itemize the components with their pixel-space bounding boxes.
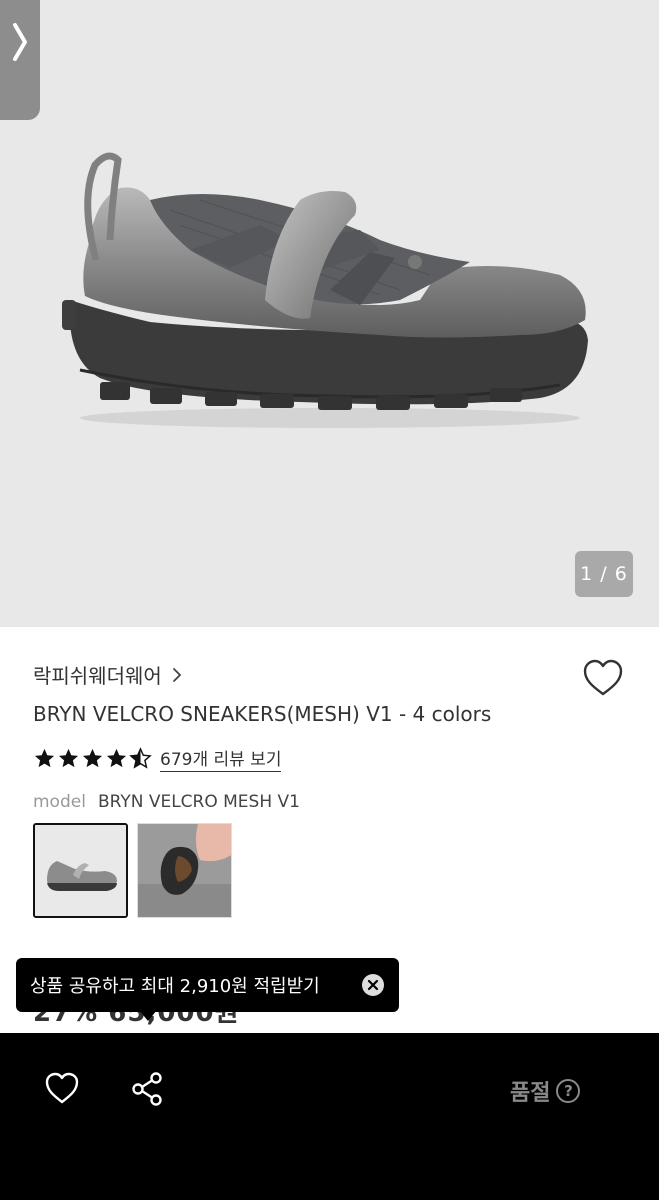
back-button[interactable] [0,0,40,120]
brand-link[interactable]: 락피쉬웨더웨어 [33,660,182,689]
image-counter: 1 / 6 [575,551,633,597]
favorite-heart-icon[interactable] [582,658,624,698]
star-full-icon [34,748,55,768]
tooltip-text: 상품 공유하고 최대 2,910원 적립받기 [30,976,320,997]
help-icon[interactable]: ? [556,1079,581,1103]
share-reward-tooltip: 상품 공유하고 최대 2,910원 적립받기 [16,958,399,1012]
product-image-gallery[interactable]: 1 / 6 [0,0,659,627]
review-link[interactable]: 679개 리뷰 보기 [160,745,282,772]
soldout-label: 품절 [510,1081,551,1106]
tooltip-arrow [139,1010,157,1021]
wishlist-heart-icon[interactable] [44,1071,80,1105]
brand-name: 락피쉬웨더웨어 [33,664,162,688]
color-option-2[interactable] [137,823,232,918]
bottom-action-bar: 품절 ? [0,1033,659,1200]
rating: 679개 리뷰 보기 [33,745,282,772]
chevron-right-icon [13,23,27,61]
soldout-status: 품절 ? [510,1075,581,1107]
star-full-icon [58,748,79,768]
star-full-icon [82,748,103,768]
star-half-icon [129,747,152,769]
product-image [62,152,588,428]
close-icon [367,979,379,991]
thumbnail-image [35,825,126,916]
star-full-icon [106,748,127,768]
thumbnail-image [138,824,231,917]
share-icon[interactable] [130,1071,164,1107]
star-rating [33,747,152,770]
chevron-right-small-icon [172,667,182,682]
model-label: model [33,792,86,812]
product-title: BRYN VELCRO SNEAKERS(MESH) V1 - 4 colors [33,702,492,726]
tooltip-close-button[interactable] [362,974,384,996]
color-option-1[interactable] [33,823,128,918]
model-info: model BRYN VELCRO MESH V1 [33,792,300,812]
model-value: BRYN VELCRO MESH V1 [97,792,300,812]
